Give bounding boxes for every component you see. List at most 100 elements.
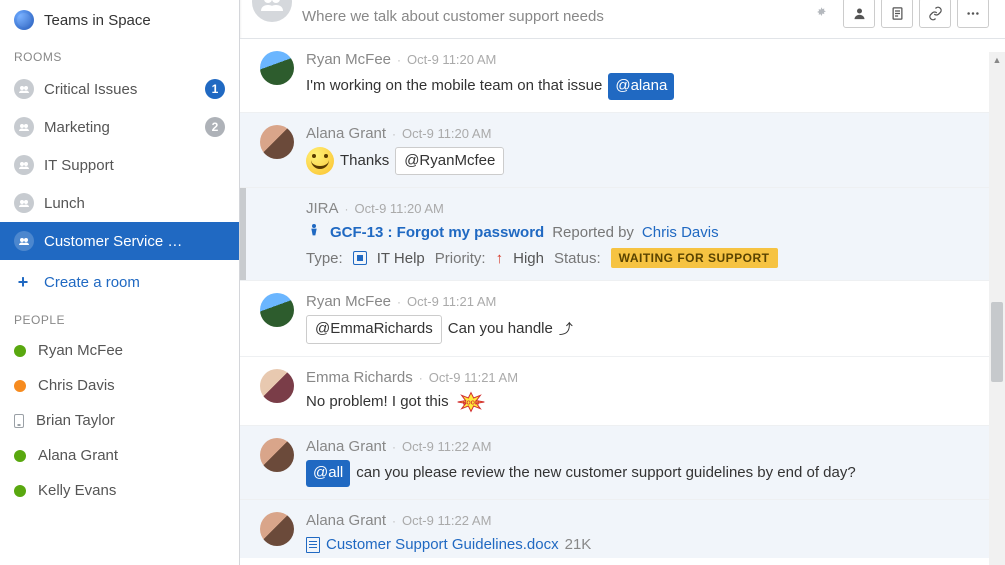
mention[interactable]: @RyanMcfee bbox=[395, 147, 504, 176]
message-time: Oct-9 11:20 AM bbox=[402, 126, 491, 141]
more-button[interactable] bbox=[957, 0, 989, 28]
avatar[interactable] bbox=[260, 125, 294, 159]
reporter-link[interactable]: Chris Davis bbox=[642, 224, 719, 241]
message-time: Oct-9 11:20 AM bbox=[407, 52, 496, 67]
message-time: Oct-9 11:22 AM bbox=[402, 513, 491, 528]
room-critical-issues[interactable]: Critical Issues 1 bbox=[0, 70, 239, 108]
plus-icon: + bbox=[14, 272, 32, 293]
document-link[interactable]: Customer Support Guidelines.docx bbox=[326, 534, 559, 557]
redirect-icon: ⤴ bbox=[559, 319, 573, 340]
svg-text:BOOM: BOOM bbox=[462, 400, 479, 406]
mention[interactable]: @alana bbox=[608, 73, 674, 100]
status-online-icon bbox=[14, 345, 26, 357]
mention[interactable]: @EmmaRichards bbox=[306, 315, 442, 344]
message-time: Oct-9 11:20 AM bbox=[355, 201, 444, 216]
room-icon bbox=[14, 193, 34, 213]
avatar[interactable] bbox=[260, 438, 294, 472]
messages-list[interactable]: Ryan McFee·Oct-9 11:20 AM I'm working on… bbox=[240, 39, 1005, 565]
type-value: IT Help bbox=[377, 250, 425, 267]
message: Ryan McFee·Oct-9 11:20 AM I'm working on… bbox=[240, 39, 1005, 112]
jira-message: JIRA·Oct-9 11:20 AM GCF-13 : Forgot my p… bbox=[240, 187, 1005, 280]
priority-label: Priority: bbox=[435, 250, 486, 267]
person-chris-davis[interactable]: Chris Davis bbox=[0, 368, 239, 403]
message-text: @EmmaRichards Can you handle ⤴ bbox=[306, 315, 983, 344]
reported-by-label: Reported by bbox=[552, 224, 634, 241]
scroll-up-icon[interactable]: ▲ bbox=[989, 52, 1005, 68]
room-label: IT Support bbox=[44, 157, 225, 174]
message: Alana Grant·Oct-9 11:20 AM Thanks @RyanM… bbox=[240, 112, 1005, 188]
person-ryan-mcfee[interactable]: Ryan McFee bbox=[0, 333, 239, 368]
message: Alana Grant·Oct-9 11:22 AM @all can you … bbox=[240, 425, 1005, 499]
person-name: Kelly Evans bbox=[38, 482, 116, 499]
type-label: Type: bbox=[306, 250, 343, 267]
message: Emma Richards·Oct-9 11:21 AM No problem!… bbox=[240, 356, 1005, 426]
people-section-label: PEOPLE bbox=[0, 305, 239, 333]
status-away-icon bbox=[14, 380, 26, 392]
mention-all[interactable]: @all bbox=[306, 460, 350, 487]
header-actions bbox=[805, 0, 989, 28]
room-label: Critical Issues bbox=[44, 81, 195, 98]
person-name: Ryan McFee bbox=[38, 342, 123, 359]
room-lunch[interactable]: Lunch bbox=[0, 184, 239, 222]
priority-value: High bbox=[513, 250, 544, 267]
room-icon bbox=[14, 155, 34, 175]
room-it-support[interactable]: IT Support bbox=[0, 146, 239, 184]
jira-icon bbox=[306, 222, 322, 242]
room-header: Customer Service & Support Where we talk… bbox=[240, 0, 1005, 39]
message-time: Oct-9 11:22 AM bbox=[402, 439, 491, 454]
type-icon bbox=[353, 251, 367, 265]
room-icon bbox=[14, 117, 34, 137]
priority-icon: ↑ bbox=[496, 250, 504, 267]
room-badge: 2 bbox=[205, 117, 225, 137]
person-kelly-evans[interactable]: Kelly Evans bbox=[0, 473, 239, 508]
files-button[interactable] bbox=[881, 0, 913, 28]
document-size: 21K bbox=[565, 534, 592, 557]
room-subtitle: Where we talk about customer support nee… bbox=[302, 8, 795, 25]
create-room-label: Create a room bbox=[44, 274, 140, 291]
message-text: @all can you please review the new custo… bbox=[306, 460, 983, 487]
document-icon bbox=[306, 537, 320, 553]
message-author[interactable]: Emma Richards bbox=[306, 369, 413, 386]
links-button[interactable] bbox=[919, 0, 951, 28]
person-name: Alana Grant bbox=[38, 447, 118, 464]
message-author[interactable]: Alana Grant bbox=[306, 512, 386, 529]
avatar[interactable] bbox=[260, 512, 294, 546]
room-customer-service[interactable]: Customer Service … bbox=[0, 222, 239, 260]
room-badge: 1 bbox=[205, 79, 225, 99]
message-author[interactable]: Ryan McFee bbox=[306, 51, 391, 68]
room-marketing[interactable]: Marketing 2 bbox=[0, 108, 239, 146]
message-text: No problem! I got this BOOM bbox=[306, 391, 983, 414]
workspace-icon bbox=[14, 10, 34, 30]
message-text: Customer Support Guidelines.docx 21K bbox=[306, 534, 983, 557]
room-avatar bbox=[252, 0, 292, 22]
message-text: Thanks @RyanMcfee bbox=[306, 147, 983, 176]
notifications-icon[interactable] bbox=[805, 0, 837, 28]
workspace-name: Teams in Space bbox=[44, 12, 151, 29]
person-name: Chris Davis bbox=[38, 377, 115, 394]
room-label: Customer Service … bbox=[44, 233, 225, 250]
status-mobile-icon bbox=[14, 414, 24, 428]
message-text: I'm working on the mobile team on that i… bbox=[306, 73, 983, 100]
message-time: Oct-9 11:21 AM bbox=[429, 370, 518, 385]
message-author[interactable]: Ryan McFee bbox=[306, 293, 391, 310]
message-author[interactable]: Alana Grant bbox=[306, 125, 386, 142]
create-room-button[interactable]: + Create a room bbox=[0, 260, 239, 305]
message-author[interactable]: Alana Grant bbox=[306, 438, 386, 455]
jira-issue-link[interactable]: GCF-13 : Forgot my password bbox=[330, 224, 544, 241]
boom-icon: BOOM bbox=[455, 391, 487, 413]
avatar[interactable] bbox=[260, 369, 294, 403]
message: Ryan McFee·Oct-9 11:21 AM @EmmaRichards … bbox=[240, 280, 1005, 356]
sidebar: Teams in Space ROOMS Critical Issues 1 M… bbox=[0, 0, 240, 565]
message-author[interactable]: JIRA bbox=[306, 200, 339, 217]
status-online-icon bbox=[14, 485, 26, 497]
scroll-thumb[interactable] bbox=[991, 302, 1003, 382]
person-brian-taylor[interactable]: Brian Taylor bbox=[0, 403, 239, 438]
room-icon bbox=[14, 231, 34, 251]
avatar[interactable] bbox=[260, 51, 294, 85]
workspace-header[interactable]: Teams in Space bbox=[0, 4, 239, 42]
people-button[interactable] bbox=[843, 0, 875, 28]
scrollbar[interactable]: ▲ bbox=[989, 52, 1005, 565]
person-alana-grant[interactable]: Alana Grant bbox=[0, 438, 239, 473]
message-time: Oct-9 11:21 AM bbox=[407, 294, 496, 309]
avatar[interactable] bbox=[260, 293, 294, 327]
